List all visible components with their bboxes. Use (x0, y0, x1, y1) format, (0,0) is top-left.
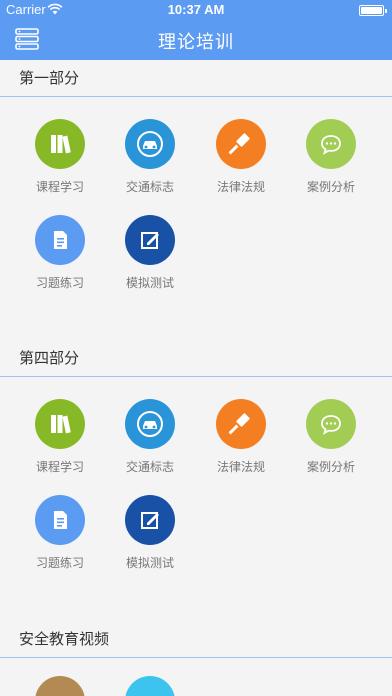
module-label: 模拟测试 (125, 556, 174, 570)
nav-bar: Carrier 10:37 AM 理论培训 (0, 0, 392, 60)
edit-icon (125, 215, 175, 265)
video-icon (35, 676, 85, 696)
module-label: 习题练习 (35, 556, 84, 570)
module-label: 案例分析 (306, 460, 355, 474)
video-item[interactable] (105, 676, 195, 696)
module-case-analysis[interactable]: 案例分析 (286, 119, 376, 195)
section-part-one: 第一部分 课程学习 交通标志 法律法规 案例分析 习题练习 模拟测试 (0, 60, 392, 290)
status-bar: Carrier 10:37 AM (0, 0, 392, 20)
module-label: 法律法规 (216, 460, 265, 474)
module-label: 模拟测试 (125, 276, 174, 290)
module-label: 案例分析 (306, 180, 355, 194)
module-mock-test[interactable]: 模拟测试 (105, 495, 195, 571)
module-mock-test[interactable]: 模拟测试 (105, 215, 195, 291)
module-label: 习题练习 (35, 276, 84, 290)
section-title: 第四部分 (0, 340, 392, 377)
module-label: 法律法规 (216, 180, 265, 194)
car-icon (125, 399, 175, 449)
module-traffic-signs[interactable]: 交通标志 (105, 119, 195, 195)
section-title: 第一部分 (0, 60, 392, 97)
video-item[interactable] (15, 676, 105, 696)
gavel-icon (216, 119, 266, 169)
page-title: 理论培训 (158, 32, 234, 52)
document-icon (35, 495, 85, 545)
module-label: 课程学习 (35, 460, 84, 474)
module-course-study[interactable]: 课程学习 (15, 399, 105, 475)
module-laws-regulations[interactable]: 法律法规 (196, 399, 286, 475)
car-icon (125, 119, 175, 169)
module-label: 课程学习 (35, 180, 84, 194)
clock: 10:37 AM (167, 2, 225, 17)
video-icon (125, 676, 175, 696)
module-exercises[interactable]: 习题练习 (15, 215, 105, 291)
module-case-analysis[interactable]: 案例分析 (286, 399, 376, 475)
module-course-study[interactable]: 课程学习 (15, 119, 105, 195)
document-icon (35, 215, 85, 265)
section-title: 安全教育视频 (0, 621, 392, 658)
chat-bubble-icon (306, 119, 356, 169)
module-laws-regulations[interactable]: 法律法规 (196, 119, 286, 195)
module-traffic-signs[interactable]: 交通标志 (105, 399, 195, 475)
module-label: 交通标志 (125, 460, 174, 474)
section-part-four: 第四部分 课程学习 交通标志 法律法规 案例分析 习题练习 模拟测试 (0, 340, 392, 570)
module-label: 交通标志 (125, 180, 174, 194)
edit-icon (125, 495, 175, 545)
books-icon (35, 119, 85, 169)
section-safety-videos: 安全教育视频 (0, 621, 392, 696)
module-exercises[interactable]: 习题练习 (15, 495, 105, 571)
gavel-icon (216, 399, 266, 449)
battery-icon (359, 5, 387, 16)
chat-bubble-icon (306, 399, 356, 449)
books-icon (35, 399, 85, 449)
